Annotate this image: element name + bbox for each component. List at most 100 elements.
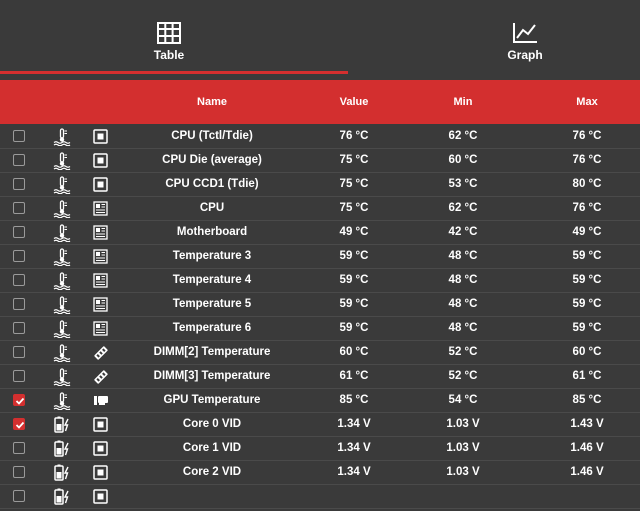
sensor-value: 1.34 V bbox=[337, 418, 371, 430]
sensor-min: 48 °C bbox=[448, 250, 478, 262]
battery-voltage-icon bbox=[52, 416, 72, 439]
sensor-max: 1.46 V bbox=[570, 466, 604, 478]
row-checkbox[interactable] bbox=[13, 178, 25, 190]
row-checkbox[interactable] bbox=[13, 490, 25, 502]
row-checkbox[interactable] bbox=[13, 322, 25, 334]
sensor-max: 59 °C bbox=[572, 298, 602, 310]
tab-table-label: Table bbox=[153, 48, 185, 62]
thermometer-icon bbox=[52, 152, 72, 175]
row-checkbox[interactable] bbox=[13, 466, 25, 478]
sensor-value: 75 °C bbox=[339, 178, 369, 190]
thermometer-icon bbox=[52, 296, 72, 319]
thermometer-icon bbox=[52, 344, 72, 367]
sensor-max: 60 °C bbox=[572, 346, 602, 358]
cpu-chip-icon bbox=[93, 441, 108, 461]
row-checkbox[interactable] bbox=[13, 370, 25, 382]
sensor-value: 59 °C bbox=[339, 250, 369, 262]
table-row[interactable]: GPU Temperature 85 °C 54 °C 85 °C bbox=[0, 389, 640, 413]
sensor-value: 1.34 V bbox=[337, 466, 371, 478]
row-checkbox[interactable] bbox=[13, 418, 25, 430]
row-checkbox[interactable] bbox=[13, 274, 25, 286]
thermometer-icon bbox=[52, 368, 72, 391]
sensor-max: 59 °C bbox=[572, 322, 602, 334]
sensor-min bbox=[411, 485, 515, 508]
table-row[interactable]: DIMM[3] Temperature 61 °C 52 °C 61 °C bbox=[0, 365, 640, 389]
column-header-min[interactable]: Min bbox=[411, 80, 515, 124]
table-row[interactable] bbox=[0, 485, 640, 509]
table-row[interactable]: Core 1 VID 1.34 V 1.03 V 1.46 V bbox=[0, 437, 640, 461]
table-icon bbox=[157, 22, 181, 44]
cpu-chip-icon bbox=[93, 417, 108, 437]
motherboard-icon bbox=[93, 297, 108, 317]
row-checkbox[interactable] bbox=[13, 346, 25, 358]
sensor-name: DIMM[2] Temperature bbox=[153, 346, 271, 358]
table-header: Name Value Min Max bbox=[0, 80, 640, 124]
thermometer-icon bbox=[52, 248, 72, 271]
cpu-chip-icon bbox=[93, 177, 108, 197]
sensor-max: 76 °C bbox=[572, 154, 602, 166]
thermometer-icon bbox=[52, 200, 72, 223]
table-row[interactable]: DIMM[2] Temperature 60 °C 52 °C 60 °C bbox=[0, 341, 640, 365]
memory-icon bbox=[93, 345, 109, 366]
sensor-max bbox=[535, 485, 639, 508]
battery-voltage-icon bbox=[52, 440, 72, 463]
column-header-value[interactable]: Value bbox=[302, 80, 406, 124]
table-row[interactable]: Core 0 VID 1.34 V 1.03 V 1.43 V bbox=[0, 413, 640, 437]
sensor-name bbox=[136, 485, 288, 508]
sensor-max: 85 °C bbox=[572, 394, 602, 406]
tab-graph[interactable]: Graph bbox=[465, 22, 585, 62]
sensor-value: 76 °C bbox=[339, 130, 369, 142]
view-tabs: Table Graph bbox=[0, 0, 640, 80]
motherboard-icon bbox=[93, 273, 108, 293]
row-checkbox[interactable] bbox=[13, 442, 25, 454]
cpu-chip-icon bbox=[93, 465, 108, 485]
table-row[interactable]: Temperature 4 59 °C 48 °C 59 °C bbox=[0, 269, 640, 293]
tab-table[interactable]: Table bbox=[109, 22, 229, 62]
sensor-min: 48 °C bbox=[448, 298, 478, 310]
sensor-table-body: CPU (Tctl/Tdie) 76 °C 62 °C 76 °C CPU Die (a… bbox=[0, 125, 640, 509]
table-row[interactable]: CPU 75 °C 62 °C 76 °C bbox=[0, 197, 640, 221]
sensor-max: 59 °C bbox=[572, 250, 602, 262]
sensor-name: Temperature 4 bbox=[172, 274, 252, 286]
column-header-max[interactable]: Max bbox=[535, 80, 639, 124]
table-row[interactable]: CPU CCD1 (Tdie) 75 °C 53 °C 80 °C bbox=[0, 173, 640, 197]
sensor-value: 59 °C bbox=[339, 298, 369, 310]
row-checkbox[interactable] bbox=[13, 226, 25, 238]
sensor-min: 60 °C bbox=[448, 154, 478, 166]
sensor-name: CPU bbox=[199, 202, 225, 214]
sensor-value: 59 °C bbox=[339, 274, 369, 286]
sensor-min: 53 °C bbox=[448, 178, 478, 190]
sensor-value: 60 °C bbox=[339, 346, 369, 358]
table-row[interactable]: CPU (Tctl/Tdie) 76 °C 62 °C 76 °C bbox=[0, 125, 640, 149]
sensor-name: CPU (Tctl/Tdie) bbox=[171, 130, 253, 142]
row-checkbox[interactable] bbox=[13, 394, 25, 406]
battery-voltage-icon bbox=[52, 464, 72, 487]
row-checkbox[interactable] bbox=[13, 130, 25, 142]
sensor-name: CPU Die (average) bbox=[162, 154, 262, 166]
column-header-name[interactable]: Name bbox=[136, 80, 288, 124]
row-checkbox[interactable] bbox=[13, 202, 25, 214]
sensor-name: GPU Temperature bbox=[163, 394, 261, 406]
table-row[interactable]: Temperature 5 59 °C 48 °C 59 °C bbox=[0, 293, 640, 317]
tab-graph-label: Graph bbox=[507, 48, 543, 62]
table-row[interactable]: CPU Die (average) 75 °C 60 °C 76 °C bbox=[0, 149, 640, 173]
sensor-min: 1.03 V bbox=[446, 442, 480, 454]
sensor-name: Core 2 VID bbox=[182, 466, 242, 478]
sensor-max: 76 °C bbox=[572, 202, 602, 214]
cpu-chip-icon bbox=[93, 129, 108, 149]
row-checkbox[interactable] bbox=[13, 250, 25, 262]
active-tab-indicator bbox=[0, 71, 348, 74]
graph-icon bbox=[513, 23, 537, 43]
sensor-max: 1.46 V bbox=[570, 442, 604, 454]
table-row[interactable]: Core 2 VID 1.34 V 1.03 V 1.46 V bbox=[0, 461, 640, 485]
table-row[interactable]: Motherboard 49 °C 42 °C 49 °C bbox=[0, 221, 640, 245]
thermometer-icon bbox=[52, 224, 72, 247]
table-row[interactable]: Temperature 3 59 °C 48 °C 59 °C bbox=[0, 245, 640, 269]
table-row[interactable]: Temperature 6 59 °C 48 °C 59 °C bbox=[0, 317, 640, 341]
row-checkbox[interactable] bbox=[13, 154, 25, 166]
thermometer-icon bbox=[52, 392, 72, 415]
row-checkbox[interactable] bbox=[13, 298, 25, 310]
motherboard-icon bbox=[93, 225, 108, 245]
sensor-min: 52 °C bbox=[448, 346, 478, 358]
battery-voltage-icon bbox=[52, 488, 72, 511]
